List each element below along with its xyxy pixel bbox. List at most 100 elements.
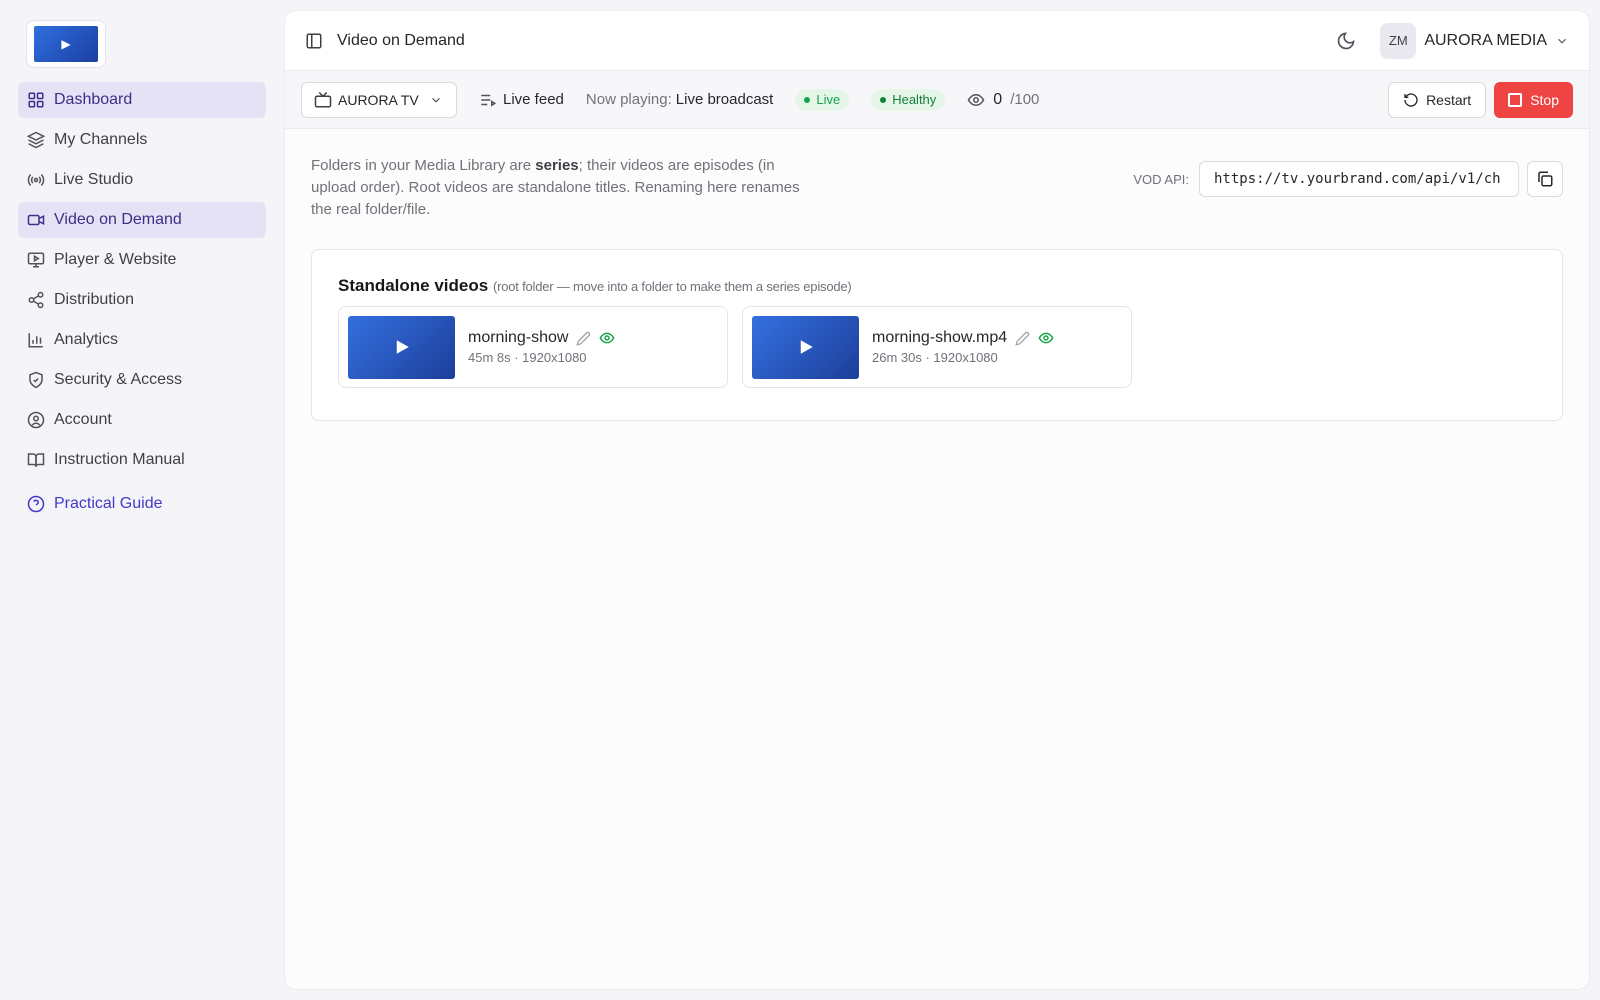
video-item[interactable]: morning-show 45m 8s · 1920x1080 xyxy=(338,306,728,388)
viewer-count: 0 /100 xyxy=(967,91,1039,109)
tv-icon xyxy=(314,91,332,107)
help-circle-icon xyxy=(27,495,45,513)
now-playing-label: Now playing: xyxy=(585,91,672,108)
sidebar-item-label: Dashboard xyxy=(54,91,133,108)
video-list: morning-show 45m 8s · 1920x1080 morning-… xyxy=(338,306,1536,388)
video-info: morning-show.mp4 26m 30s · 1920x1080 xyxy=(872,329,1054,365)
moon-icon[interactable] xyxy=(1336,31,1356,51)
sidebar-item-video-on-demand[interactable]: Video on Demand xyxy=(18,202,266,238)
vod-api: VOD API: xyxy=(1133,161,1563,197)
video-info: morning-show 45m 8s · 1920x1080 xyxy=(468,329,615,365)
video-name: morning-show.mp4 xyxy=(872,329,1008,346)
book-icon xyxy=(27,453,45,467)
standalone-videos-card: Standalone videos (root folder — move in… xyxy=(311,249,1563,421)
health-badge: Healthy xyxy=(871,88,946,111)
eye-icon[interactable] xyxy=(599,330,615,346)
live-badge-label: Live xyxy=(816,92,841,107)
play-icon xyxy=(396,340,409,354)
sidebar-item-account[interactable]: Account xyxy=(18,402,266,438)
chevron-down-icon xyxy=(1558,38,1566,44)
stop-label: Stop xyxy=(1530,91,1559,108)
top-header: Video on Demand ZM AURORA MEDIA xyxy=(285,11,1589,71)
avatar: ZM xyxy=(1380,22,1417,59)
brand-logo[interactable]: ▶ xyxy=(26,20,106,68)
pencil-icon[interactable] xyxy=(1015,331,1030,346)
intro-text-bold: series xyxy=(535,157,579,174)
playlist-icon xyxy=(481,94,497,107)
eye-icon xyxy=(967,93,985,106)
section-title-text: Standalone videos xyxy=(338,276,489,295)
sidebar-item-instruction-manual[interactable]: Instruction Manual xyxy=(18,442,266,478)
chevron-down-icon xyxy=(431,97,440,103)
video-name: morning-show xyxy=(468,329,569,346)
video-name-row: morning-show.mp4 xyxy=(872,329,1054,347)
sidebar-item-live-studio[interactable]: Live Studio xyxy=(18,162,266,198)
copy-url-button[interactable] xyxy=(1527,161,1563,197)
sidebar-item-analytics[interactable]: Analytics xyxy=(18,322,266,358)
video-item[interactable]: morning-show.mp4 26m 30s · 1920x1080 xyxy=(742,306,1132,388)
status-dot-icon xyxy=(880,96,887,103)
vod-api-url-field[interactable] xyxy=(1199,161,1519,197)
share-icon xyxy=(28,291,44,309)
intro-row: Folders in your Media Library are series… xyxy=(311,155,1563,221)
channel-select[interactable]: AURORA TV xyxy=(301,81,457,118)
bar-chart-icon xyxy=(28,333,43,348)
shield-icon xyxy=(29,371,43,389)
eye-icon[interactable] xyxy=(1038,330,1054,346)
channel-status-bar: AURORA TV Live feed Now playing: Live bro… xyxy=(285,71,1589,129)
video-name-row: morning-show xyxy=(468,329,615,347)
restart-button[interactable]: Restart xyxy=(1388,81,1487,118)
video-thumbnail[interactable] xyxy=(752,315,859,379)
sidebar-item-label: Practical Guide xyxy=(54,495,163,512)
pencil-icon[interactable] xyxy=(576,331,591,346)
main-panel: Video on Demand ZM AURORA MEDIA AURORA T… xyxy=(284,10,1590,990)
status-dot-icon xyxy=(804,96,811,103)
video-camera-icon xyxy=(27,214,45,226)
section-subtitle: (root folder — move into a folder to mak… xyxy=(492,279,852,294)
sidebar-item-label: My Channels xyxy=(54,131,148,148)
video-thumbnail[interactable] xyxy=(348,315,455,379)
monitor-play-icon xyxy=(27,252,45,268)
sidebar-toggle-icon[interactable] xyxy=(305,32,323,50)
live-feed-indicator[interactable]: Live feed xyxy=(479,91,564,109)
sidebar-item-player-website[interactable]: Player & Website xyxy=(18,242,266,278)
sidebar-item-security-access[interactable]: Security & Access xyxy=(18,362,266,398)
sidebar-item-dashboard[interactable]: Dashboard xyxy=(18,82,266,118)
restart-icon xyxy=(1404,92,1418,107)
sidebar-item-practical-guide[interactable]: Practical Guide xyxy=(18,486,266,522)
now-playing: Now playing: Live broadcast xyxy=(586,91,773,108)
sidebar-item-my-channels[interactable]: My Channels xyxy=(18,122,266,158)
sidebar-item-label: Instruction Manual xyxy=(54,451,185,468)
org-name: AURORA MEDIA xyxy=(1424,31,1547,49)
vod-api-label: VOD API: xyxy=(1133,171,1189,187)
play-icon xyxy=(800,340,813,354)
health-badge-label: Healthy xyxy=(892,92,937,107)
vod-content: Folders in your Media Library are series… xyxy=(285,129,1589,421)
intro-text: Folders in your Media Library are series… xyxy=(311,155,811,221)
sidebar-item-label: Live Studio xyxy=(54,171,134,188)
now-playing-value: Live broadcast xyxy=(675,91,774,108)
sidebar-item-label: Security & Access xyxy=(54,371,183,388)
org-switcher[interactable]: ZM AURORA MEDIA xyxy=(1380,22,1569,59)
stop-button[interactable]: Stop xyxy=(1494,81,1573,118)
viewers-current: 0 xyxy=(993,90,1003,108)
intro-text-part: Folders in your Media Library are xyxy=(311,157,536,174)
section-title: Standalone videos (root folder — move in… xyxy=(338,276,1536,296)
user-circle-icon xyxy=(27,411,45,429)
layers-icon xyxy=(27,131,45,149)
sidebar-item-label: Analytics xyxy=(54,331,119,348)
video-meta: 26m 30s · 1920x1080 xyxy=(872,350,998,365)
viewers-max: /100 xyxy=(1010,91,1040,108)
sidebar-item-label: Account xyxy=(54,411,112,428)
channel-name: AURORA TV xyxy=(338,91,419,108)
play-logo-icon: ▶ xyxy=(34,26,98,62)
copy-icon xyxy=(1538,171,1553,187)
live-badge: Live xyxy=(795,88,850,111)
sidebar-item-distribution[interactable]: Distribution xyxy=(18,282,266,318)
feed-label: Live feed xyxy=(503,91,564,108)
sidebar-item-label: Video on Demand xyxy=(54,211,182,228)
restart-label: Restart xyxy=(1426,91,1472,108)
video-meta: 45m 8s · 1920x1080 xyxy=(468,350,587,365)
stop-square-icon xyxy=(1508,92,1523,107)
sidebar-item-label: Distribution xyxy=(54,291,135,308)
